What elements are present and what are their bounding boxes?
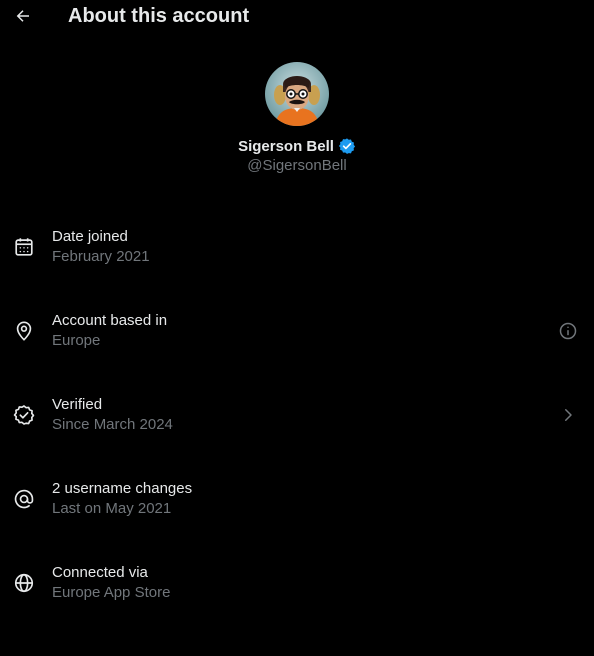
row-connected-via: Connected via Europe App Store [0,564,594,656]
chevron-button[interactable] [558,404,578,426]
display-name: Sigerson Bell [238,137,334,155]
row-date-joined: Date joined February 2021 [0,228,594,320]
page-title: About this account [68,5,250,27]
info-button[interactable] [558,320,578,342]
row-title: Date joined [52,228,128,245]
row-account-based-in: Account based in Europe [0,312,594,404]
profile-avatar [265,62,329,126]
row-title: 2 username changes [52,480,193,497]
at-sign-icon [13,488,35,510]
row-title: Account based in [52,312,168,329]
avatar[interactable] [265,62,329,126]
profile-section: Sigerson Bell @SigersonBell [0,62,594,174]
row-title: Connected via [52,564,148,581]
chevron-right-icon [565,409,572,421]
name-row: Sigerson Bell [0,136,594,156]
row-username-changes: 2 username changes Last on May 2021 [0,480,594,572]
location-pin-icon [13,320,35,342]
back-button[interactable] [10,3,36,29]
row-subtitle: Since March 2024 [52,416,173,433]
row-subtitle: Europe App Store [52,584,171,601]
verified-seal-icon [13,404,35,426]
row-title: Verified [52,396,103,413]
row-subtitle: February 2021 [52,248,150,265]
arrow-left-icon [16,10,29,22]
row-verified[interactable]: Verified Since March 2024 [0,396,594,488]
row-subtitle: Europe [52,332,101,349]
handle: @SigersonBell [247,157,347,174]
calendar-icon [13,236,35,258]
info-circle-icon [559,322,577,340]
header: About this account [0,0,594,34]
verified-badge-icon [338,138,356,154]
row-subtitle: Last on May 2021 [52,500,172,517]
globe-icon [13,572,35,594]
